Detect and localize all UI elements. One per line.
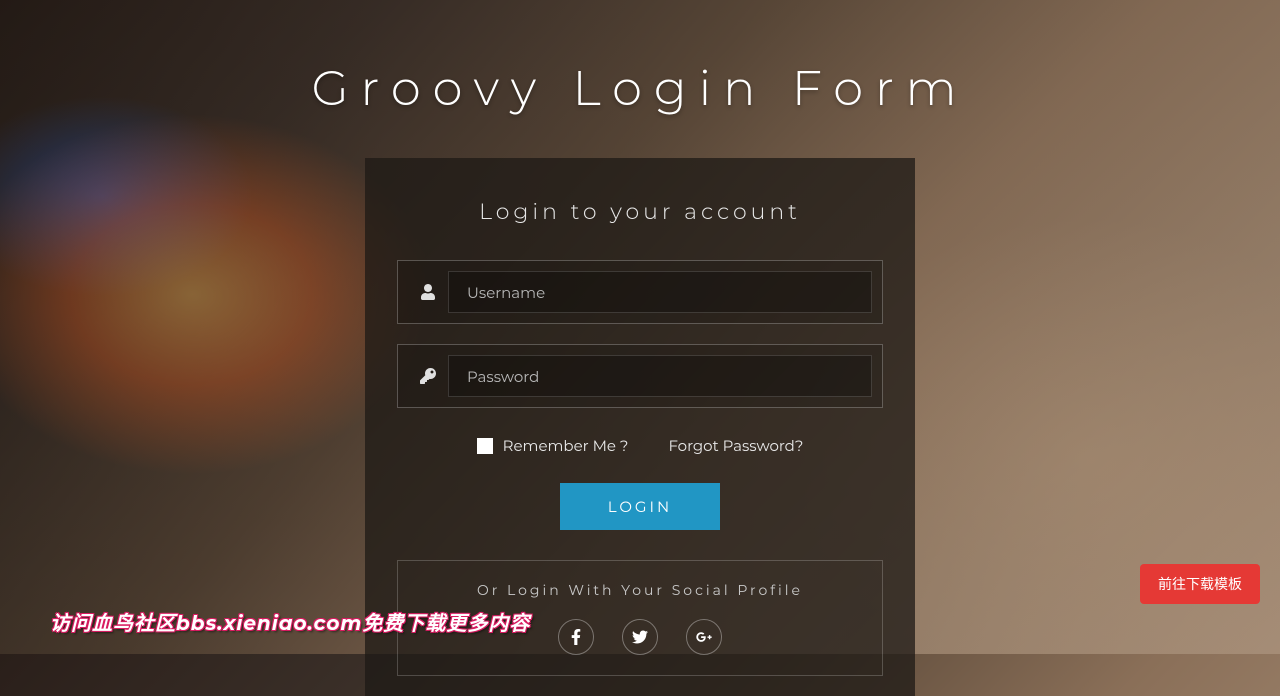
twitter-icon[interactable] — [622, 619, 658, 655]
card-title: Login to your account — [397, 198, 883, 225]
username-input[interactable] — [448, 271, 872, 313]
download-template-button[interactable]: 前往下载模板 — [1140, 564, 1260, 604]
login-button[interactable]: LOGIN — [560, 483, 721, 530]
password-input[interactable] — [448, 355, 872, 397]
facebook-icon[interactable] — [558, 619, 594, 655]
social-title: Or Login With Your Social Profile — [418, 581, 862, 599]
page-title: Groovy Login Form — [0, 0, 1280, 158]
user-icon — [408, 284, 448, 300]
google-plus-icon[interactable] — [686, 619, 722, 655]
forgot-password-link[interactable]: Forgot Password? — [668, 436, 803, 455]
watermark-text: 访问血鸟社区bbs.xieniao.com免费下载更多内容 — [50, 607, 530, 636]
remember-text: Remember Me ? — [503, 436, 629, 455]
remember-checkbox[interactable] — [477, 438, 493, 454]
options-row: Remember Me ? Forgot Password? — [397, 436, 883, 455]
username-group — [397, 260, 883, 324]
password-group — [397, 344, 883, 408]
key-icon — [408, 368, 448, 384]
remember-me-label[interactable]: Remember Me ? — [477, 436, 629, 455]
